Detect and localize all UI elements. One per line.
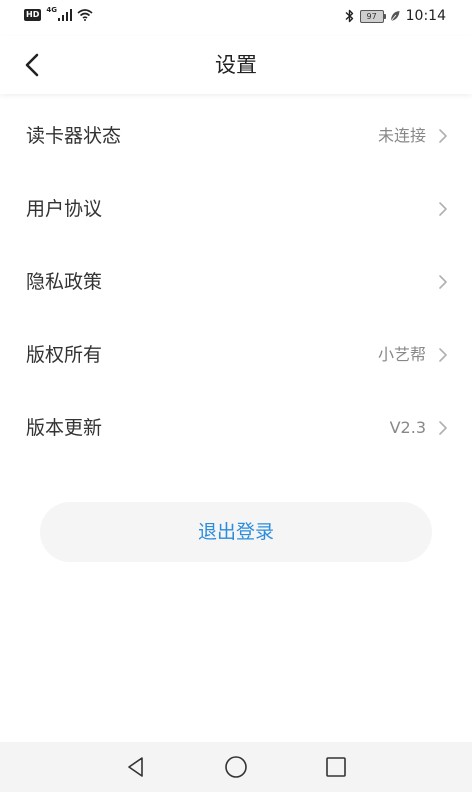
nav-recent-button[interactable] [324,755,348,779]
row-value: 未连接 [377,126,426,145]
page-title: 设置 [215,53,257,77]
row-value: 小艺帮 [377,345,426,364]
wifi-icon [77,9,93,21]
chevron-right-icon [439,202,447,216]
chevron-right-icon [439,348,447,362]
triangle-back-icon [128,757,143,777]
status-time: 10:14 [405,8,446,24]
row-label: 读卡器状态 [26,125,122,147]
status-bar: HD 4G 97 10:14 [0,0,472,36]
row-value: V2.3 [389,418,426,437]
settings-row-privacy-policy[interactable]: 隐私政策 [0,245,472,318]
chevron-right-icon [439,129,447,143]
row-label: 用户协议 [26,198,103,220]
row-label: 版本更新 [26,417,103,439]
settings-list: 读卡器状态 未连接 用户协议 隐私政策 版权所有 小艺帮 版本更新 V2.3 [0,99,472,464]
hd-badge: HD [24,9,42,21]
status-bar-right: 97 10:14 [345,8,446,24]
network-type-label: 4G [46,6,57,14]
row-label: 隐私政策 [26,271,103,293]
status-bar-left: HD 4G [24,6,93,21]
settings-row-user-agreement[interactable]: 用户协议 [0,172,472,245]
nav-back-button[interactable] [124,755,148,779]
square-recent-icon [326,757,346,777]
cellular-signal-icon [57,9,72,21]
circle-home-icon [225,756,247,778]
settings-row-version-update[interactable]: 版本更新 V2.3 [0,391,472,464]
chevron-right-icon [439,275,447,289]
leaf-icon [390,11,400,22]
settings-row-copyright[interactable]: 版权所有 小艺帮 [0,318,472,391]
nav-home-button[interactable] [224,755,248,779]
bluetooth-icon [345,9,353,23]
battery-indicator: 97 [359,9,386,23]
settings-row-card-reader-status[interactable]: 读卡器状态 未连接 [0,99,472,172]
row-label: 版权所有 [26,344,103,366]
chevron-right-icon [439,421,447,435]
app-header: 设置 [0,36,472,94]
system-nav-bar [0,742,472,792]
logout-button[interactable]: 退出登录 [40,502,432,562]
